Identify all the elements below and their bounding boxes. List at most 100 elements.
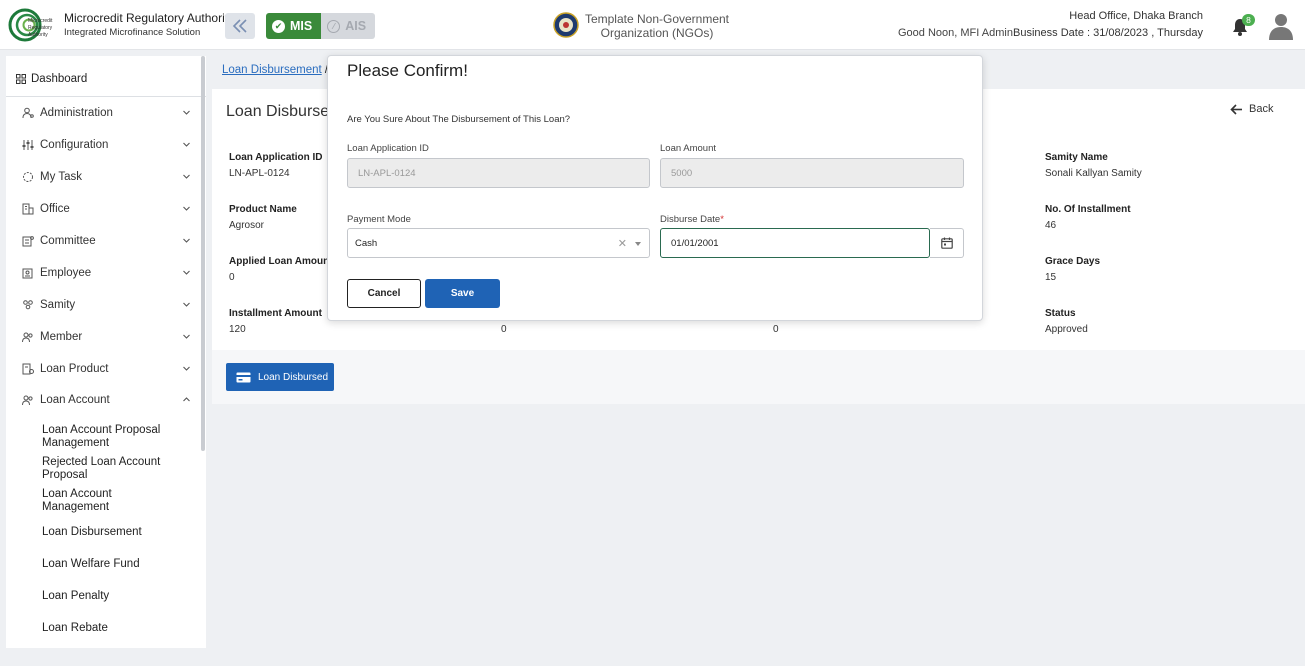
chevron-down-icon (183, 334, 190, 339)
installment-count-value: 46 (1045, 220, 1057, 231)
greeting-text: Good Noon, MFI Admin (898, 27, 1013, 39)
caret-down-icon[interactable] (635, 242, 641, 246)
installment-amount-value: 120 (229, 324, 246, 335)
module-toggle: ✔ MIS ⁄ AIS (266, 13, 376, 39)
sidebar-item-administration[interactable]: Administration (22, 102, 190, 124)
arrow-left-icon (1230, 103, 1242, 115)
sidebar-item-office[interactable]: Office (22, 198, 190, 220)
top-header: Microcredit Regulatory Authority Microcr… (0, 0, 1305, 50)
payment-mode-value: Cash (355, 237, 378, 249)
applied-loan-amount-value: 0 (229, 272, 235, 283)
branch-name: Head Office, Dhaka Branch (1069, 10, 1203, 22)
calendar-button[interactable] (930, 228, 964, 258)
svg-text:Microcredit: Microcredit (28, 18, 53, 24)
business-date: Business Date : 31/08/2023 , Thursday (1013, 27, 1203, 39)
government-seal-icon (553, 12, 579, 38)
sidebar-subitem-loan-penalty[interactable]: Loan Penalty (42, 590, 192, 603)
brand-subtitle: Integrated Microfinance Solution (64, 27, 201, 38)
dialog-loan-app-id-label: Loan Application ID (347, 143, 429, 154)
mis-toggle[interactable]: ✔ MIS (266, 13, 322, 39)
committee-icon (22, 236, 34, 247)
payment-mode-select[interactable]: Cash ✕ (347, 228, 650, 258)
sidebar-item-samity[interactable]: Samity (22, 294, 190, 316)
disburse-date-input[interactable]: 01/01/2001 (660, 228, 930, 258)
office-icon (22, 203, 34, 215)
dialog-loan-amount-label: Loan Amount (660, 143, 716, 154)
breadcrumb-link-loan-disbursement[interactable]: Loan Disbursement (222, 64, 322, 76)
chevron-down-icon (183, 270, 190, 275)
sidebar-item-label: Office (40, 203, 70, 215)
status-label: Status (1045, 308, 1076, 319)
sidebar-subitem-loan-rebate[interactable]: Loan Rebate (42, 622, 192, 635)
required-mark: * (720, 214, 724, 225)
save-button[interactable]: Save (425, 279, 500, 308)
sidebar-item-employee[interactable]: Employee (22, 262, 190, 284)
chevron-down-icon (183, 238, 190, 243)
double-chevron-left-icon (232, 19, 247, 33)
card-action-band (212, 350, 1305, 404)
sliders-icon (22, 140, 34, 150)
sidebar-item-my-task[interactable]: My Task (22, 166, 190, 188)
sidebar: Dashboard Administration Configuration M… (6, 56, 206, 648)
sidebar-item-committee[interactable]: Committee (22, 230, 190, 252)
chevron-down-icon (183, 302, 190, 307)
grid-icon (16, 74, 26, 84)
ais-toggle[interactable]: ⁄ AIS (321, 13, 376, 39)
loan-disbursed-button[interactable]: Loan Disbursed (226, 363, 334, 391)
sidebar-subitem-rejected-loan-account-proposal[interactable]: Rejected Loan Account Proposal (42, 456, 192, 482)
ais-label: AIS (345, 19, 367, 33)
confirm-dialog: Please Confirm! Are You Sure About The D… (327, 55, 983, 321)
loan-amount-input[interactable]: 5000 (660, 158, 964, 188)
loan-app-id-value: LN-APL-0124 (229, 168, 290, 179)
status-value: Approved (1045, 324, 1088, 335)
mis-label: MIS (290, 19, 313, 33)
field-value-col3: 0 (773, 324, 779, 335)
sidebar-item-member[interactable]: Member (22, 326, 190, 348)
user-avatar-icon[interactable] (1268, 12, 1294, 40)
sidebar-subitem-loan-disbursement[interactable]: Loan Disbursement (42, 526, 192, 539)
chevron-down-icon (183, 174, 190, 179)
loan-disbursed-label: Loan Disbursed (258, 371, 329, 383)
sidebar-scrollbar[interactable] (201, 56, 205, 451)
sidebar-item-configuration[interactable]: Configuration (22, 134, 190, 156)
disburse-date-label: Disburse Date* (660, 214, 724, 225)
sidebar-item-dashboard[interactable]: Dashboard (16, 73, 87, 85)
sidebar-subitem-loan-account-proposal-management[interactable]: Loan Account Proposal Management (42, 424, 192, 450)
notification-badge: 8 (1242, 14, 1255, 26)
dialog-question: Are You Sure About The Disbursement of T… (347, 114, 571, 125)
installment-count-label: No. Of Installment (1045, 204, 1131, 215)
back-label: Back (1249, 103, 1274, 115)
sidebar-item-label: Loan Account (40, 394, 110, 406)
clear-icon[interactable]: ✕ (618, 237, 627, 250)
installment-amount-label: Installment Amount (229, 308, 322, 319)
sidebar-subitem-loan-account-management[interactable]: Loan Account Management (42, 488, 152, 514)
employee-icon (22, 268, 33, 279)
sidebar-subitem-loan-welfare-fund[interactable]: Loan Welfare Fund (42, 558, 192, 571)
org-name-line2: Organization (NGOs) (600, 26, 714, 40)
loan-app-id-input[interactable]: LN-APL-0124 (347, 158, 650, 188)
payment-mode-label: Payment Mode (347, 214, 411, 225)
sidebar-item-loan-account[interactable]: Loan Account (22, 389, 190, 411)
loan-app-id-label: Loan Application ID (229, 152, 323, 163)
chevron-down-icon (183, 142, 190, 147)
brand-title: Microcredit Regulatory Authority (64, 11, 235, 25)
org-name-line1: Template Non-Government (584, 12, 730, 26)
chevron-down-icon (183, 110, 190, 115)
back-button[interactable]: Back (1230, 103, 1273, 115)
ban-icon: ⁄ (327, 19, 341, 33)
applied-loan-amount-label: Applied Loan Amount (229, 256, 333, 267)
grace-days-value: 15 (1045, 272, 1057, 283)
dashboard-label: Dashboard (31, 73, 88, 85)
collapse-sidebar-button[interactable] (225, 13, 255, 39)
cancel-button[interactable]: Cancel (347, 279, 421, 308)
dialog-title: Please Confirm! (347, 61, 468, 80)
sidebar-item-loan-product[interactable]: Loan Product (22, 358, 190, 380)
sidebar-item-label: Loan Product (40, 363, 109, 375)
user-gear-icon (22, 107, 34, 119)
sidebar-item-label: Member (40, 331, 83, 343)
chevron-down-icon (183, 206, 190, 211)
task-icon (23, 172, 33, 182)
chevron-up-icon (183, 397, 190, 402)
check-circle-icon: ✔ (272, 19, 285, 33)
sidebar-item-label: Committee (40, 235, 96, 247)
